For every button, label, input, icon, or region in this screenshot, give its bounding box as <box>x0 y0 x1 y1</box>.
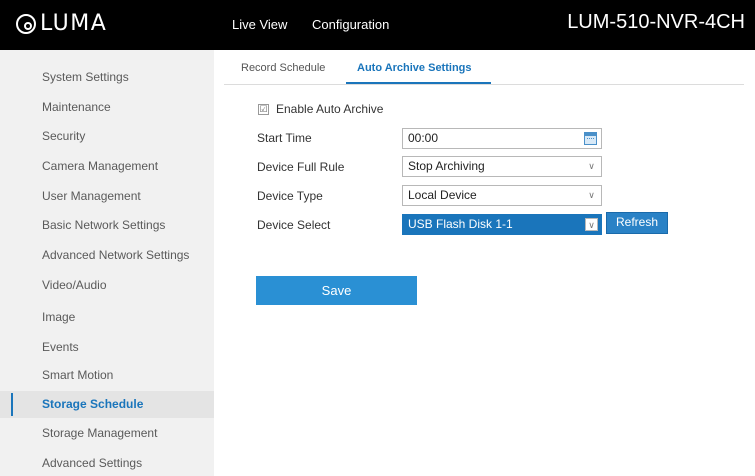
sidebar: System Settings Maintenance Security Cam… <box>0 50 214 476</box>
sidebar-item-system-settings[interactable]: System Settings <box>0 64 214 91</box>
sidebar-item-user-management[interactable]: User Management <box>0 183 214 210</box>
chevron-down-icon: ∨ <box>585 189 598 202</box>
luma-logo-icon <box>16 13 36 34</box>
device-select-value: USB Flash Disk 1-1 <box>408 217 513 231</box>
start-time-value: 00:00 <box>408 131 439 145</box>
sidebar-item-advanced-network-settings[interactable]: Advanced Network Settings <box>0 242 214 269</box>
start-time-label: Start Time <box>257 131 312 145</box>
sidebar-item-security[interactable]: Security <box>0 123 214 150</box>
sidebar-item-smart-motion[interactable]: Smart Motion <box>0 362 214 389</box>
sidebar-item-maintenance[interactable]: Maintenance <box>0 94 214 121</box>
device-select-label: Device Select <box>257 218 331 232</box>
nav-configuration[interactable]: Configuration <box>312 17 389 32</box>
device-name: LUM-510-NVR-4CH <box>567 11 745 33</box>
logo-text: LUMA <box>40 11 108 36</box>
luma-logo[interactable]: LUMA <box>16 11 107 36</box>
enable-auto-archive-label: Enable Auto Archive <box>276 102 384 116</box>
chevron-down-icon: ∨ <box>585 160 598 173</box>
tab-auto-archive-settings[interactable]: Auto Archive Settings <box>357 62 472 74</box>
device-type-value: Local Device <box>408 188 477 202</box>
sidebar-item-storage-management[interactable]: Storage Management <box>0 420 214 447</box>
calendar-icon[interactable] <box>584 132 597 145</box>
sidebar-item-basic-network-settings[interactable]: Basic Network Settings <box>0 212 214 239</box>
start-time-input[interactable]: 00:00 <box>402 128 602 149</box>
save-button[interactable]: Save <box>256 276 417 305</box>
top-header: LUMA Live View Configuration LUM-510-NVR… <box>0 0 755 50</box>
refresh-button[interactable]: Refresh <box>606 212 668 234</box>
device-select-select[interactable]: USB Flash Disk 1-1 ∨ <box>402 214 602 235</box>
enable-auto-archive-checkbox[interactable]: ☑ <box>258 104 269 115</box>
sidebar-item-video-audio[interactable]: Video/Audio <box>0 272 214 299</box>
device-type-select[interactable]: Local Device ∨ <box>402 185 602 206</box>
tab-divider <box>224 84 744 85</box>
sidebar-item-advanced-settings[interactable]: Advanced Settings <box>0 450 214 476</box>
chevron-down-icon: ∨ <box>585 218 598 231</box>
nav-live-view[interactable]: Live View <box>232 17 287 32</box>
device-type-label: Device Type <box>257 189 323 203</box>
sidebar-item-events[interactable]: Events <box>0 334 214 361</box>
tab-record-schedule[interactable]: Record Schedule <box>241 62 325 74</box>
device-full-rule-label: Device Full Rule <box>257 160 345 174</box>
sidebar-item-camera-management[interactable]: Camera Management <box>0 153 214 180</box>
device-full-rule-select[interactable]: Stop Archiving ∨ <box>402 156 602 177</box>
device-full-rule-value: Stop Archiving <box>408 159 485 173</box>
sidebar-item-storage-schedule[interactable]: Storage Schedule <box>0 391 214 418</box>
sidebar-item-image[interactable]: Image <box>0 304 214 331</box>
